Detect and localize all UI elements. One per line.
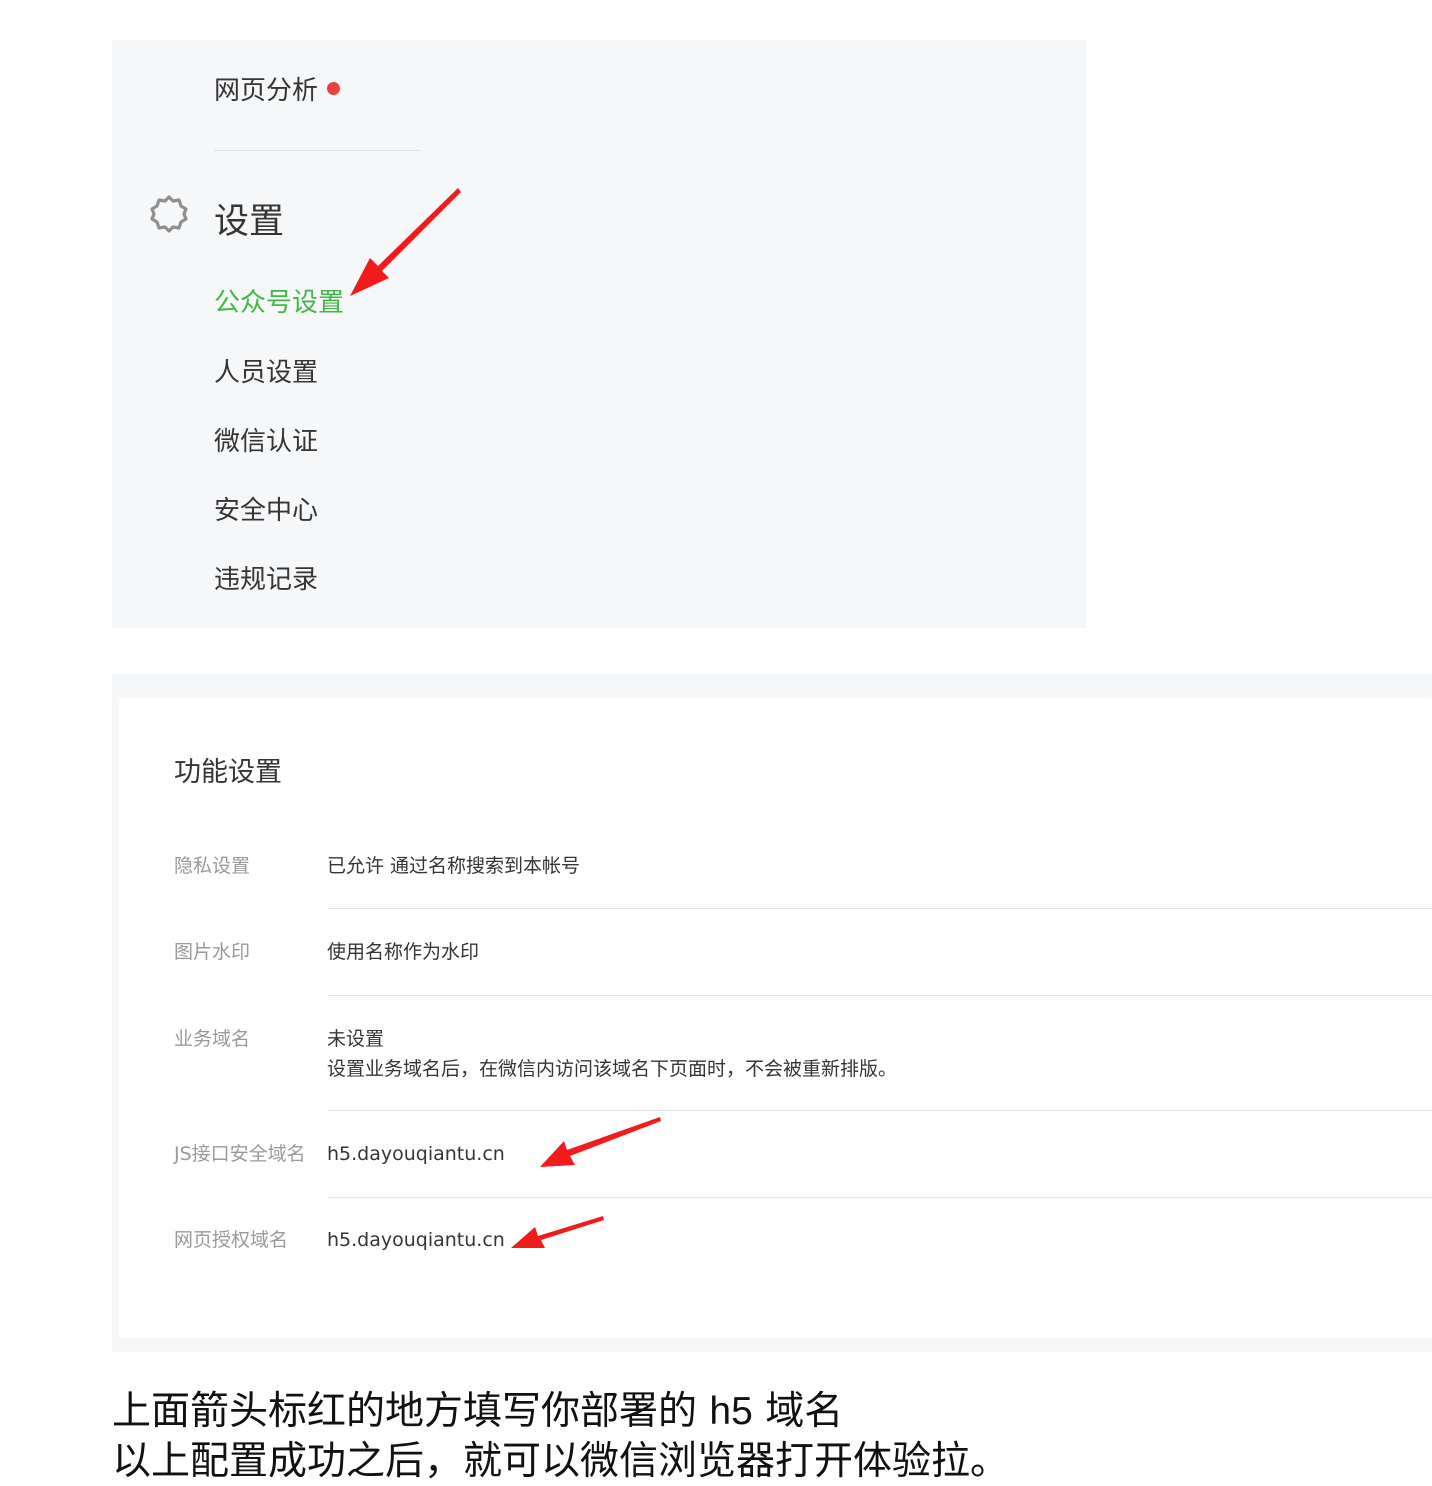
menu-item-violation-records[interactable]: 违规记录 bbox=[214, 559, 318, 596]
row-label: 隐私设置 bbox=[174, 855, 251, 877]
row-value: 已允许 通过名称搜索到本帐号 bbox=[327, 855, 581, 877]
row-value: h5.dayouqiantu.cn bbox=[327, 1143, 505, 1165]
instruction-text: 域名 bbox=[752, 1389, 844, 1434]
function-settings-title: 功能设置 bbox=[174, 757, 282, 788]
instruction-line-2: 以上配置成功之后，就可以微信浏览器打开体验拉。 bbox=[112, 1439, 1010, 1484]
function-settings-card: 功能设置 隐私设置 已允许 通过名称搜索到本帐号 图片水印 使用名称作为水印 业… bbox=[119, 698, 1432, 1338]
menu-item-official-account-settings[interactable]: 公众号设置 bbox=[214, 282, 344, 319]
row-divider bbox=[327, 1197, 1432, 1198]
row-label: 图片水印 bbox=[174, 941, 251, 963]
row-divider bbox=[327, 995, 1432, 996]
row-value: h5.dayouqiantu.cn bbox=[327, 1229, 505, 1251]
menu-item-label: 网页分析 bbox=[214, 76, 319, 106]
row-value: 使用名称作为水印 bbox=[327, 941, 480, 963]
row-label: 业务域名 bbox=[174, 1028, 251, 1050]
menu-item-personnel-settings[interactable]: 人员设置 bbox=[214, 352, 318, 389]
row-divider bbox=[327, 1110, 1432, 1111]
row-value: 未设置 bbox=[327, 1028, 385, 1050]
notification-dot-badge bbox=[327, 82, 341, 95]
gear-icon bbox=[150, 195, 188, 233]
menu-divider bbox=[214, 150, 420, 151]
row-divider bbox=[327, 908, 1432, 909]
menu-item-wechat-verification[interactable]: 微信认证 bbox=[214, 421, 318, 458]
row-description: 设置业务域名后，在微信内访问该域名下页面时，不会被重新排版。 bbox=[327, 1058, 898, 1080]
row-label: 网页授权域名 bbox=[174, 1229, 289, 1251]
settings-group-title: 设置 bbox=[214, 202, 285, 242]
menu-item-security-center[interactable]: 安全中心 bbox=[214, 490, 318, 527]
menu-item-web-analysis[interactable]: 网页分析 bbox=[214, 70, 341, 107]
function-settings-panel: 功能设置 隐私设置 已允许 通过名称搜索到本帐号 图片水印 使用名称作为水印 业… bbox=[112, 674, 1432, 1352]
instruction-text: 上面箭头标红的地方填写你部署的 bbox=[112, 1389, 710, 1434]
instruction-h5: h5 bbox=[709, 1390, 753, 1433]
instruction-line-1: 上面箭头标红的地方填写你部署的 h5 域名 bbox=[112, 1380, 843, 1436]
row-label: JS接口安全域名 bbox=[174, 1143, 306, 1165]
settings-menu-panel: 网页分析 设置 公众号设置 人员设置 微信认证 安全中心 违规记录 bbox=[112, 40, 1086, 628]
